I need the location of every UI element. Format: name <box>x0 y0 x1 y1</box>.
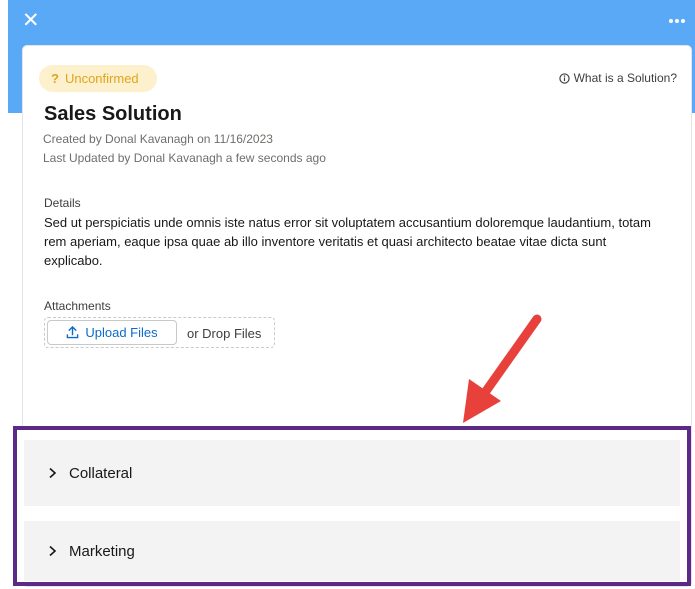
attachments-label: Attachments <box>44 299 111 313</box>
annotation-arrow <box>463 314 542 423</box>
updated-by-text: Last Updated by Donal Kavanagh a few sec… <box>43 151 326 165</box>
created-by-text: Created by Donal Kavanagh on 11/16/2023 <box>43 132 273 146</box>
close-button[interactable]: ✕ <box>22 10 42 32</box>
more-dots-icon <box>669 19 685 23</box>
info-icon <box>558 72 570 84</box>
drop-files-text: or Drop Files <box>187 326 262 341</box>
section-marketing-label: Marketing <box>69 542 135 560</box>
help-link-label: What is a Solution? <box>573 71 677 85</box>
section-collateral[interactable]: Collateral <box>24 440 680 506</box>
section-marketing[interactable]: Marketing <box>24 521 680 581</box>
what-is-solution-link[interactable]: What is a Solution? <box>558 71 677 85</box>
details-label: Details <box>44 196 81 210</box>
page-title: Sales Solution <box>44 103 182 125</box>
chevron-right-icon <box>49 467 57 479</box>
status-badge: ? Unconfirmed <box>39 65 157 92</box>
status-badge-label: Unconfirmed <box>64 71 139 86</box>
details-text: Sed ut perspiciatis unde omnis iste natu… <box>44 215 651 268</box>
upload-icon <box>67 326 79 339</box>
upload-files-label: Upload Files <box>85 325 158 340</box>
close-icon: ✕ <box>22 9 40 32</box>
chevron-right-icon <box>49 545 57 557</box>
question-mark-icon: ? <box>51 71 59 86</box>
section-collateral-label: Collateral <box>69 464 133 482</box>
upload-files-button[interactable]: Upload Files <box>47 320 177 345</box>
more-options-button[interactable] <box>667 11 687 31</box>
